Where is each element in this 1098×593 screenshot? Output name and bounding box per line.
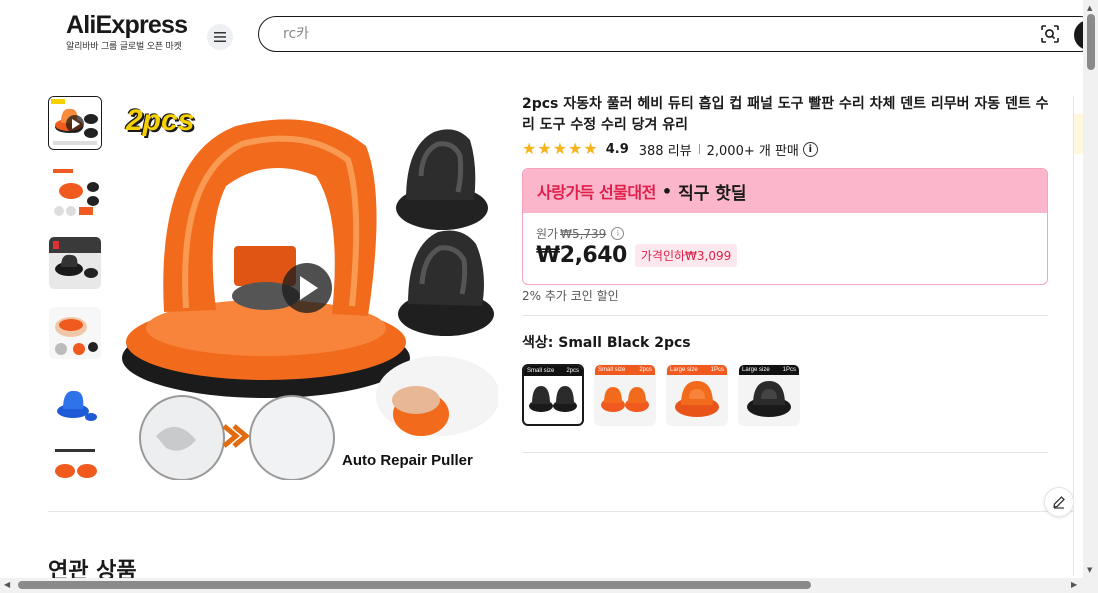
thumbnail-6[interactable] <box>48 446 102 480</box>
horizontal-scroll-thumb[interactable] <box>18 581 811 589</box>
divider <box>522 315 1048 316</box>
logo-text: AliExpress <box>66 11 188 39</box>
thumbnail-list <box>48 96 102 480</box>
image-caption-top: 2pcs <box>126 104 195 137</box>
vertical-scroll-thumb[interactable] <box>1087 14 1095 70</box>
deal-price-box: 사랑가득 선물대전 • 직구 핫딜 원가 ₩5,739 i ₩2,640 가격인… <box>522 168 1048 285</box>
search-input[interactable] <box>283 25 883 41</box>
star-rating: ★ ★ ★ ★ ★ <box>522 141 598 157</box>
sold-count: 2,000+ 개 판매 <box>706 143 799 159</box>
color-variant-list: Small size 2pcs Small size 2pcs Large si… <box>522 364 800 426</box>
variant-size-label: Large size <box>670 367 698 373</box>
edit-button[interactable] <box>1044 487 1074 517</box>
variant-qty-label: 1Pcs <box>710 367 724 373</box>
thumbnail-image <box>49 237 101 289</box>
image-caption-bottom: Auto Repair Puller <box>342 452 473 469</box>
variant-size-label: Large size <box>742 367 770 373</box>
current-price: ₩2,640 <box>536 243 627 268</box>
scroll-down-arrow-icon[interactable]: ▼ <box>1087 566 1092 574</box>
variant-header: Small size 2pcs <box>595 365 655 375</box>
coin-discount-text: 2% 추가 코인 할인 <box>522 289 619 303</box>
side-panel <box>1073 96 1083 576</box>
star-icon: ★ <box>583 139 598 158</box>
variant-large-orange-1pcs[interactable]: Large size 1Pcs <box>666 364 728 426</box>
info-icon[interactable]: i <box>611 227 625 240</box>
variant-qty-label: 2pcs <box>566 368 579 374</box>
scroll-up-arrow-icon[interactable]: ▲ <box>1087 4 1092 12</box>
star-icon: ★ <box>537 139 552 158</box>
pencil-icon <box>1053 496 1065 509</box>
divider <box>698 144 700 154</box>
star-icon: ★ <box>522 139 537 158</box>
thumbnail-5[interactable] <box>48 376 102 430</box>
thumbnail-image <box>49 447 101 480</box>
original-price-label: 원가 <box>536 227 559 241</box>
header: AliExpress 알리바바 그룹 글로벌 오픈 마켓 <box>0 0 1098 72</box>
thumbnail-image <box>49 307 101 359</box>
variant-large-black-1pcs[interactable]: Large size 1Pcs <box>738 364 800 426</box>
thumbnail-image <box>49 377 101 429</box>
hamburger-icon <box>214 32 226 42</box>
star-icon: ★ <box>568 139 583 158</box>
scroll-left-arrow-icon[interactable]: ◀ <box>4 580 10 589</box>
thumbnail-4[interactable] <box>48 306 102 360</box>
scroll-right-arrow-icon[interactable]: ▶ <box>1071 580 1077 589</box>
deal-separator: • <box>661 181 673 201</box>
variant-qty-label: 2pcs <box>639 367 652 373</box>
info-icon[interactable]: i <box>802 141 818 157</box>
menu-button[interactable] <box>207 24 233 50</box>
thumbnail-video[interactable] <box>48 96 102 150</box>
thumbnail-2[interactable] <box>48 166 102 220</box>
variant-header: Large size 1Pcs <box>667 365 727 375</box>
side-panel-highlight <box>1074 114 1083 154</box>
thumbnail-image <box>49 97 101 149</box>
product-title: 2pcs 자동차 풀러 헤비 듀티 흡입 컵 패널 도구 빨판 수리 차체 덴트… <box>522 96 1049 133</box>
deal-banner: 사랑가득 선물대전 • 직구 핫딜 <box>523 169 1047 213</box>
image-search-icon[interactable] <box>1040 24 1060 44</box>
star-icon: ★ <box>552 139 568 158</box>
aliexpress-logo[interactable]: AliExpress 알리바바 그룹 글로벌 오픈 마켓 <box>66 11 188 52</box>
section-divider <box>48 511 1073 512</box>
review-count[interactable]: 388 리뷰 <box>639 140 692 159</box>
variant-size-label: Small size <box>527 368 555 374</box>
variant-small-orange-2pcs[interactable]: Small size 2pcs <box>594 364 656 426</box>
discount-badge: 가격인하₩3,099 <box>634 244 738 267</box>
variant-header: Large size 1Pcs <box>739 365 799 375</box>
original-price-row: 원가 ₩5,739 i <box>536 225 625 242</box>
product-image-illustration <box>116 96 498 480</box>
main-product-image[interactable]: 2pcs Auto Repair Puller <box>116 96 498 480</box>
divider <box>522 452 1048 453</box>
variant-size-label: Small size <box>598 367 626 373</box>
variant-header: Small size 2pcs <box>524 366 582 376</box>
rating-row: ★ ★ ★ ★ ★ 4.9 388 리뷰 2,000+ 개 판매 i <box>522 140 818 159</box>
color-label: 색상: Small Black 2pcs <box>522 335 691 351</box>
variant-small-black-2pcs[interactable]: Small size 2pcs <box>522 364 584 426</box>
rating-value: 4.9 <box>605 141 629 157</box>
price-row: ₩2,640 가격인하₩3,099 <box>536 243 738 268</box>
thumbnail-image <box>49 167 101 219</box>
thumbnail-3[interactable] <box>48 236 102 290</box>
search-bar <box>258 16 1098 52</box>
logo-subtitle: 알리바바 그룹 글로벌 오픈 마켓 <box>66 42 182 52</box>
deal-label: 직구 핫딜 <box>678 183 747 204</box>
vertical-scrollbar[interactable] <box>1083 0 1098 593</box>
variant-qty-label: 1Pcs <box>782 367 796 373</box>
deal-event-name: 사랑가득 선물대전 <box>537 183 656 202</box>
original-price: ₩5,739 <box>560 226 607 241</box>
